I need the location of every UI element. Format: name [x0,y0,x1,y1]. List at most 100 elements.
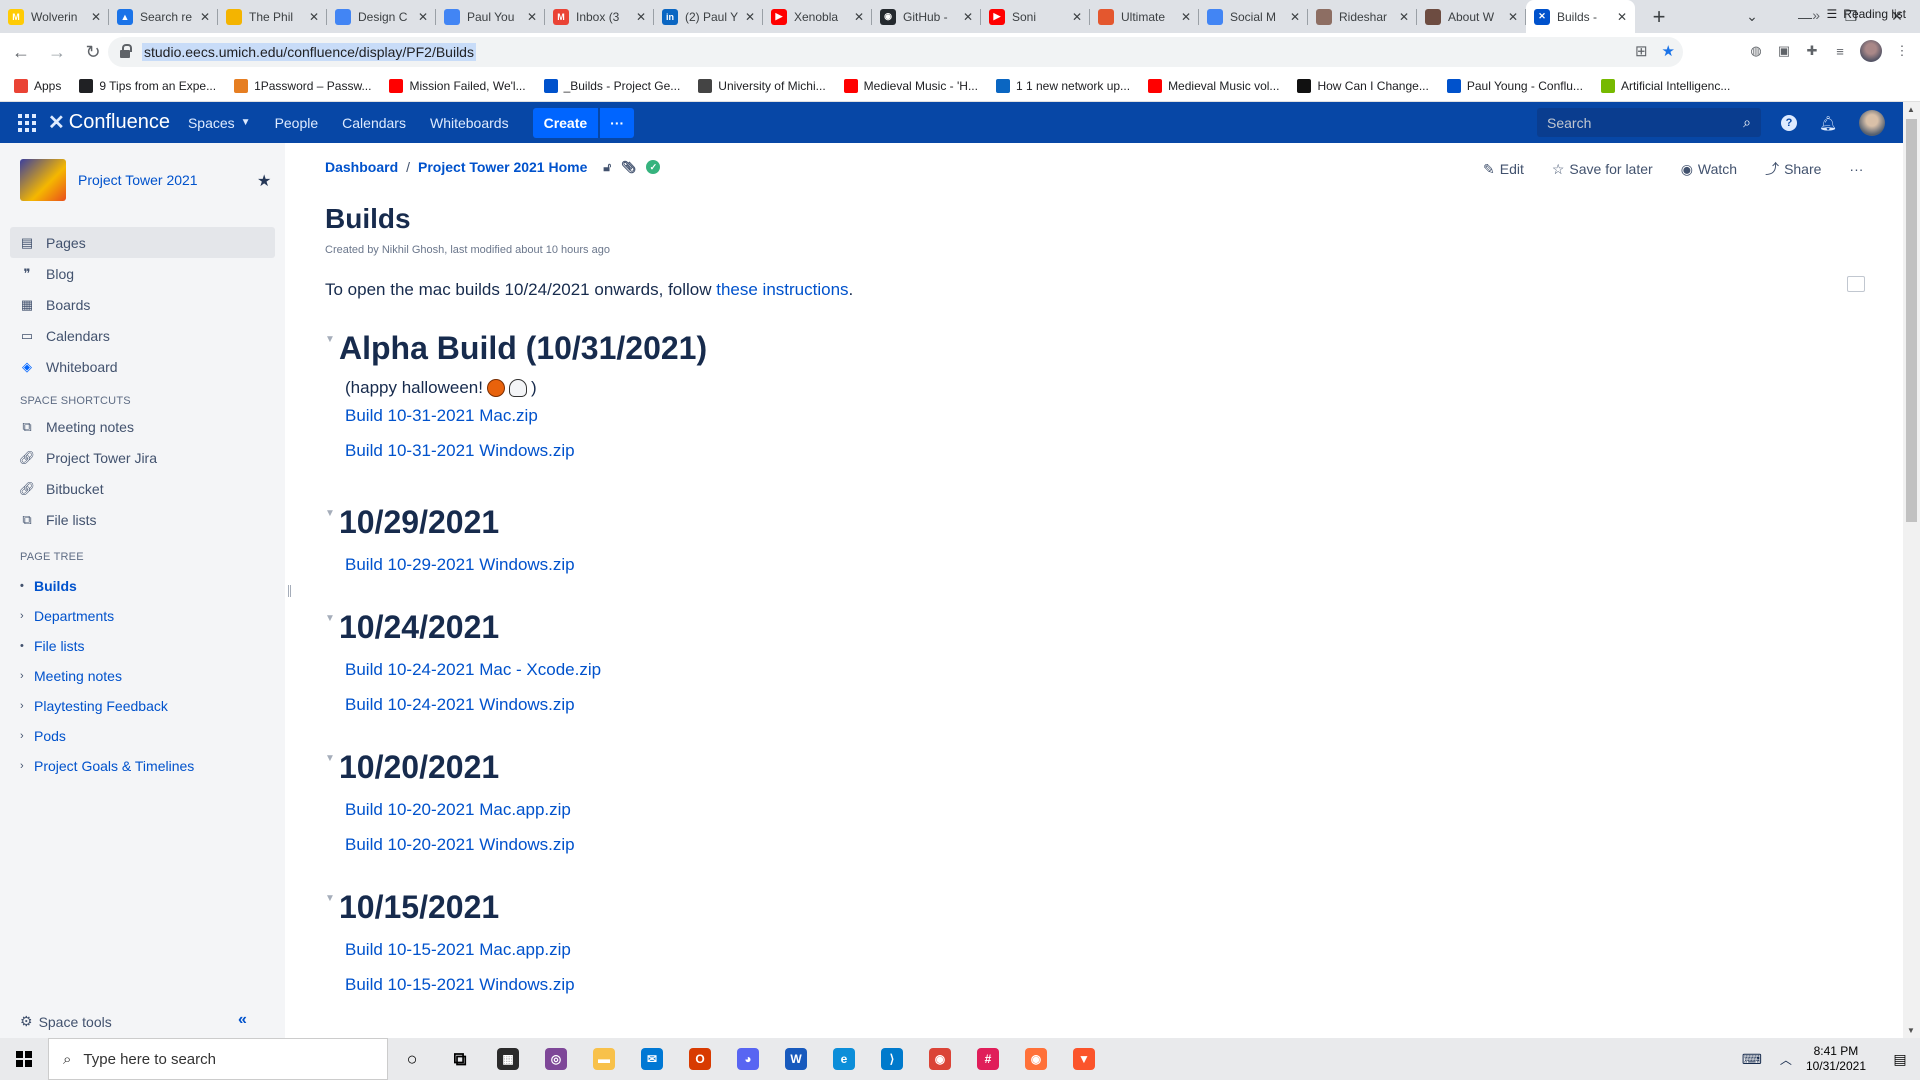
keyboard-icon[interactable]: ⌨ [1742,1051,1762,1068]
nav-spaces[interactable]: Spaces ▼ [188,115,251,131]
tor-icon[interactable]: ◎ [532,1038,580,1080]
bookmark-item[interactable]: 1 1 new network up... [995,79,1130,93]
shortcut-bitbucket[interactable]: 🔗︎ Bitbucket [10,473,275,504]
sidebar-item-blog[interactable]: ❞ Blog [10,258,275,289]
shortcut-file-lists[interactable]: ⧉ File lists [10,504,275,535]
browser-tab[interactable]: About W ✕ [1417,0,1526,33]
sidebar-item-boards[interactable]: ▦ Boards [10,289,275,320]
start-button[interactable] [0,1038,48,1080]
close-tab-icon[interactable]: ✕ [1290,10,1300,24]
profile-avatar[interactable] [1860,40,1882,62]
bookmarks-overflow-icon[interactable]: » [1812,7,1820,23]
unlock-icon[interactable]: 🔓︎ [603,160,611,175]
browser-tab[interactable]: ◉ GitHub - ✕ [872,0,981,33]
close-tab-icon[interactable]: ✕ [1072,10,1082,24]
sidebar-item-whiteboard[interactable]: ◈ Whiteboard [10,351,275,382]
browser-tab[interactable]: Paul You ✕ [436,0,545,33]
scroll-up-icon[interactable]: ▲ [1907,105,1915,114]
chevron-right-icon[interactable]: › [20,730,34,742]
close-tab-icon[interactable]: ✕ [854,10,864,24]
bookmark-star-icon[interactable]: ★ [1662,42,1675,60]
chevron-right-icon[interactable]: › [20,700,34,712]
tree-item-file-lists[interactable]: • File lists [20,638,85,654]
confluence-logo[interactable]: ✕ Confluence [48,110,170,135]
cortana-icon[interactable]: ○ [388,1038,436,1080]
browser-tab[interactable]: Ultimate ✕ [1090,0,1199,33]
download-link[interactable]: Build 10-20-2021 Windows.zip [345,827,575,862]
close-tab-icon[interactable]: ✕ [1617,10,1627,24]
download-link[interactable]: Build 10-24-2021 Windows.zip [345,687,601,722]
share-button[interactable]: ⤴ Share [1765,159,1821,179]
taskbar-search-input[interactable]: ⌕ Type here to search [48,1038,388,1080]
reading-list-button[interactable]: ☰ Reading list [1827,7,1906,21]
browser-tab[interactable]: Design C ✕ [327,0,436,33]
download-link[interactable]: Build 10-31-2021 Windows.zip [345,433,707,468]
bookmark-item[interactable]: Medieval Music vol... [1148,79,1279,93]
attachment-icon[interactable]: 📎︎ [621,160,636,174]
browser-tab[interactable]: ✕ Builds - ✕ [1526,0,1635,33]
slack-icon[interactable]: # [964,1038,1012,1080]
expand-caret-icon[interactable]: ▼ [325,893,339,904]
browser-tab[interactable]: in (2) Paul Y ✕ [654,0,763,33]
browser-tab[interactable]: M Wolverin ✕ [0,0,109,33]
sidebar-item-pages[interactable]: ▤ Pages [10,227,275,258]
url-text[interactable]: studio.eecs.umich.edu/confluence/display… [142,43,476,61]
chevron-up-icon[interactable]: ︿ [1780,1051,1792,1068]
bookmark-item[interactable]: Artificial Intelligenc... [1600,79,1730,93]
bookmark-item[interactable]: Medieval Music - 'H... [843,79,978,93]
space-header[interactable]: Project Tower 2021 [20,159,198,201]
bookmark-item[interactable]: Apps [14,79,61,93]
minimize-icon[interactable]: — [1782,0,1828,33]
nav-calendars[interactable]: Calendars [342,115,406,131]
close-tab-icon[interactable]: ✕ [309,10,319,24]
shortcut-meeting-notes[interactable]: ⧉ Meeting notes [10,411,275,442]
bookmark-item[interactable]: University of Michi... [698,79,826,93]
shortcut-jira[interactable]: 🔗︎ Project Tower Jira [10,442,275,473]
forward-icon[interactable]: → [42,37,72,67]
sidebar-resize-handle[interactable] [288,585,291,597]
bookmark-item[interactable]: _Builds - Project Ge... [543,79,680,93]
chrome-menu-icon[interactable]: ⋮ [1894,43,1910,59]
notifications-icon[interactable]: 🔔︎ [1819,114,1837,132]
close-tab-icon[interactable]: ✕ [745,10,755,24]
mail-icon[interactable]: ✉ [628,1038,676,1080]
close-tab-icon[interactable]: ✕ [1399,10,1409,24]
chevron-right-icon[interactable]: › [20,610,34,622]
help-icon[interactable]: ? [1781,115,1797,131]
chrome-icon[interactable]: ◉ [916,1038,964,1080]
download-link[interactable]: Build 10-20-2021 Mac.app.zip [345,792,575,827]
browser-tab[interactable]: ▶ Xenobla ✕ [763,0,872,33]
file-explorer-icon[interactable]: ▬ [580,1038,628,1080]
confluence-search-input[interactable]: Search ⌕ [1537,108,1761,137]
watch-button[interactable]: ◉ Watch [1681,159,1737,179]
extensions-puzzle-icon[interactable]: ✚ [1804,43,1820,59]
breadcrumb-dashboard[interactable]: Dashboard [325,159,398,175]
vscode-icon[interactable]: ⟩ [868,1038,916,1080]
word-icon[interactable]: W [772,1038,820,1080]
close-tab-icon[interactable]: ✕ [1508,10,1518,24]
user-avatar[interactable] [1859,110,1885,136]
check-icon[interactable]: ✓ [646,160,661,174]
space-name[interactable]: Project Tower 2021 [78,172,198,188]
sidebar-item-calendars[interactable]: ▭ Calendars [10,320,275,351]
chevron-right-icon[interactable]: › [20,760,34,772]
nav-whiteboards[interactable]: Whiteboards [430,115,509,131]
close-tab-icon[interactable]: ✕ [418,10,428,24]
tree-item-pods[interactable]: › Pods [20,728,66,744]
tree-item-meeting-notes[interactable]: › Meeting notes [20,668,122,684]
bookmark-item[interactable]: How Can I Change... [1297,79,1429,93]
download-link[interactable]: Build 10-15-2021 Mac.app.zip [345,932,575,967]
expand-caret-icon[interactable]: ▼ [325,508,339,519]
firefox-icon[interactable]: ◉ [1012,1038,1060,1080]
close-tab-icon[interactable]: ✕ [636,10,646,24]
chevron-right-icon[interactable]: › [20,670,34,682]
tree-item-builds[interactable]: • Builds [20,578,77,594]
browser-tab[interactable]: The Phil ✕ [218,0,327,33]
create-more-button[interactable]: ··· [600,107,635,138]
more-actions-button[interactable]: ··· [1849,159,1863,179]
download-link[interactable]: Build 10-29-2021 Windows.zip [345,547,575,582]
bookmark-item[interactable]: Mission Failed, We'l... [389,79,526,93]
bookmark-item[interactable]: Paul Young - Conflu... [1446,79,1583,93]
notifications-center-icon[interactable]: ▤ [1880,1051,1920,1068]
tree-item-departments[interactable]: › Departments [20,608,114,624]
